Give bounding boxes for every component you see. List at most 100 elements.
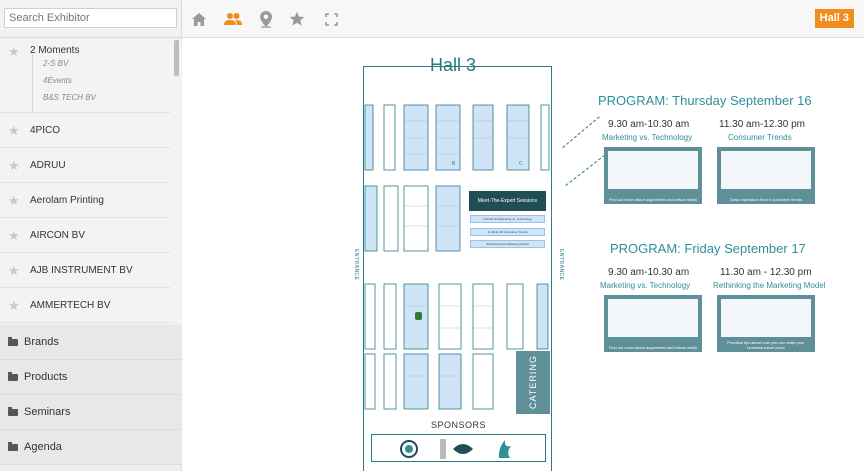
entrance-right: ENTRANCE bbox=[558, 249, 564, 281]
card-caption: Find out more about augmented and virtua… bbox=[608, 345, 698, 350]
session-card[interactable]: Find out more about augmented and virtua… bbox=[604, 295, 702, 352]
card-caption: Draw inspiration from 4 consumer trends bbox=[729, 197, 803, 202]
session-card[interactable]: Practical tips about how you can make yo… bbox=[717, 295, 815, 352]
booth bbox=[472, 104, 494, 171]
category-brands[interactable]: Brands bbox=[0, 325, 182, 360]
list-item[interactable]: ★ ADRUU bbox=[0, 148, 170, 183]
program-title: PROGRAM: Thursday September 16 bbox=[598, 93, 812, 108]
scrollbar[interactable] bbox=[174, 40, 179, 76]
booth bbox=[403, 104, 429, 171]
catering-area[interactable]: CATERING bbox=[516, 351, 550, 414]
sponsor-logo[interactable] bbox=[452, 439, 474, 459]
category-seminars[interactable]: Seminars bbox=[0, 395, 182, 430]
booth bbox=[472, 353, 494, 410]
category-menu: Brands Products Seminars Agenda bbox=[0, 325, 182, 465]
slot-topic[interactable]: Consumer Trends bbox=[728, 133, 792, 142]
home-icon[interactable] bbox=[190, 10, 208, 28]
category-label: Agenda bbox=[24, 441, 62, 453]
list-item[interactable]: ★ 4PICO bbox=[0, 113, 170, 148]
booth bbox=[540, 104, 550, 171]
toolbar: Hall 3 bbox=[182, 0, 864, 38]
star-icon[interactable]: ★ bbox=[8, 299, 20, 312]
booth bbox=[383, 185, 399, 252]
folder-icon bbox=[8, 336, 18, 346]
map-pin-icon[interactable] bbox=[257, 10, 275, 28]
star-icon[interactable] bbox=[288, 10, 306, 28]
star-icon[interactable]: ★ bbox=[8, 229, 20, 242]
sponsor-logo[interactable] bbox=[400, 438, 418, 460]
brand-sublist: 2-S BV 4Events B&S TECH BV bbox=[32, 55, 170, 112]
exhibitor-name: AIRCON BV bbox=[30, 229, 86, 241]
exhibitor-name: ADRUU bbox=[30, 159, 66, 171]
session-image bbox=[608, 299, 698, 337]
star-icon[interactable]: ★ bbox=[8, 45, 20, 58]
search-input[interactable] bbox=[4, 8, 177, 28]
exhibitor-name: AJB INSTRUMENT BV bbox=[30, 264, 133, 276]
exhibitor-name: AMMERTECH BV bbox=[30, 299, 111, 311]
slot-time: 9.30 am-10.30 am bbox=[608, 267, 690, 278]
session-card[interactable]: Draw inspiration from 4 consumer trends bbox=[717, 147, 815, 204]
people-icon[interactable] bbox=[224, 10, 242, 28]
exhibitor-name: 4PICO bbox=[30, 124, 61, 136]
session-image bbox=[721, 299, 811, 337]
session-item[interactable]: 9.30-10.30 Marketing vs. Technology bbox=[470, 215, 545, 223]
card-caption: Practical tips about how you can make yo… bbox=[727, 340, 805, 350]
booth bbox=[364, 185, 378, 252]
booth bbox=[438, 353, 462, 410]
session-card[interactable]: Find out more about augmented and virtua… bbox=[604, 147, 702, 204]
connector-line bbox=[562, 116, 601, 149]
slot-topic[interactable]: Rethinking the Marketing Model bbox=[713, 281, 826, 290]
booth bbox=[506, 283, 524, 350]
floor-map[interactable]: Hall 3 B C Meet-The-Expert Sessions 9.30… bbox=[182, 39, 864, 471]
slot-time: 11.30 am-12.30 pm bbox=[719, 119, 805, 130]
meet-the-expert-block[interactable]: Meet-The-Expert Sessions bbox=[469, 191, 546, 211]
brand-item[interactable]: 4Events bbox=[43, 72, 170, 89]
folder-icon bbox=[8, 406, 18, 416]
app: ★ 2 Moments 2-S BV 4Events B&S TECH BV ★… bbox=[0, 0, 864, 471]
list-item[interactable]: ★ AIRCON BV bbox=[0, 218, 170, 253]
list-item[interactable]: ★ 2 Moments 2-S BV 4Events B&S TECH BV bbox=[0, 39, 170, 113]
folder-icon bbox=[8, 441, 18, 451]
booth bbox=[438, 283, 462, 350]
slot-topic[interactable]: Marketing vs. Technology bbox=[602, 133, 692, 142]
list-item[interactable]: ★ AJB INSTRUMENT BV bbox=[0, 253, 170, 288]
star-icon[interactable]: ★ bbox=[8, 124, 20, 137]
star-icon[interactable]: ★ bbox=[8, 264, 20, 277]
list-item[interactable]: ★ AMMERTECH BV bbox=[0, 288, 170, 323]
card-caption: Find out more about augmented and virtua… bbox=[608, 197, 698, 202]
session-item[interactable]: Rethinking the Marketing Model bbox=[470, 240, 545, 248]
sponsors-box[interactable] bbox=[371, 434, 546, 462]
booth bbox=[364, 353, 376, 410]
category-label: Products bbox=[24, 371, 68, 383]
fullscreen-icon[interactable] bbox=[322, 10, 340, 28]
brand-item[interactable]: 2-S BV bbox=[43, 55, 170, 72]
booth bbox=[435, 185, 461, 252]
slot-time: 11.30 am - 12.30 pm bbox=[720, 267, 812, 278]
booth-label: C bbox=[519, 161, 523, 167]
star-icon[interactable]: ★ bbox=[8, 194, 20, 207]
category-label: Seminars bbox=[24, 406, 71, 418]
booth bbox=[403, 353, 429, 410]
slot-topic[interactable]: Marketing vs. Technology bbox=[600, 281, 690, 290]
booth bbox=[506, 104, 530, 171]
list-item[interactable]: ★ Aerolam Printing bbox=[0, 183, 170, 218]
sponsor-logo[interactable] bbox=[496, 438, 514, 460]
category-products[interactable]: Products bbox=[0, 360, 182, 395]
search-bar bbox=[0, 0, 181, 38]
category-agenda[interactable]: Agenda bbox=[0, 430, 182, 465]
sponsor-logo[interactable] bbox=[440, 439, 448, 459]
sidebar: ★ 2 Moments 2-S BV 4Events B&S TECH BV ★… bbox=[0, 0, 182, 471]
entrance-left: ENTRANCE bbox=[353, 249, 359, 281]
booth bbox=[364, 283, 376, 350]
exhibitor-logo[interactable] bbox=[415, 312, 422, 320]
brand-item[interactable]: B&S TECH BV bbox=[43, 89, 170, 106]
booth bbox=[383, 104, 396, 171]
sponsors-label: SPONSORS bbox=[431, 420, 487, 430]
hall-badge[interactable]: Hall 3 bbox=[814, 9, 854, 28]
category-label: Brands bbox=[24, 336, 59, 348]
booth bbox=[403, 185, 429, 252]
exhibitor-name: Aerolam Printing bbox=[30, 194, 104, 206]
session-item[interactable]: 11.30-12.30 Consumer Trends bbox=[470, 228, 545, 236]
exhibitor-list[interactable]: ★ 2 Moments 2-S BV 4Events B&S TECH BV ★… bbox=[0, 39, 182, 324]
star-icon[interactable]: ★ bbox=[8, 159, 20, 172]
